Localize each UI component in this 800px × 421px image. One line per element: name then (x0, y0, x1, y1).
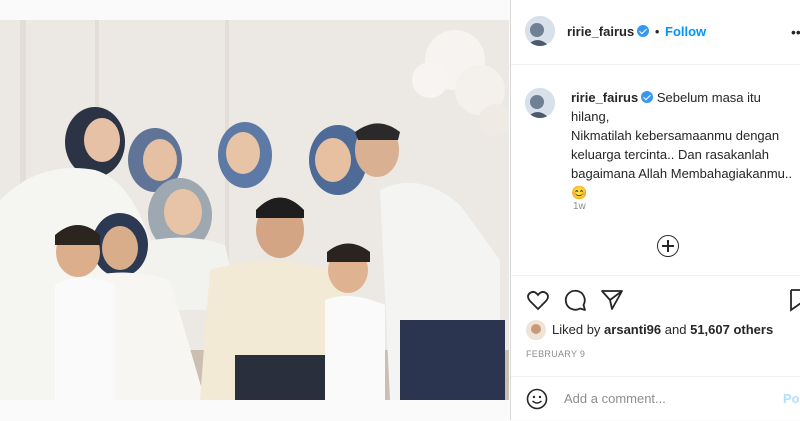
liked-by-user[interactable]: arsanti96 (604, 322, 661, 337)
comment-input[interactable]: Add a comment... (564, 391, 666, 406)
caption-emoji: 😊 (571, 185, 588, 200)
post-photo[interactable] (0, 20, 509, 400)
post-date[interactable]: FEBRUARY 9 (526, 349, 585, 359)
separator-dot: • (654, 24, 660, 39)
post-time[interactable]: 1w (573, 201, 586, 212)
username-text[interactable]: ririe_fairus (567, 24, 634, 39)
caption-avatar[interactable] (525, 88, 555, 118)
heart-icon[interactable] (526, 288, 550, 312)
avatar-image (526, 320, 546, 340)
avatar-image (525, 16, 555, 46)
likes-others[interactable]: 51,607 others (690, 322, 773, 337)
post-header: ririe_fairus • Follow ••• (511, 0, 800, 65)
verified-icon (637, 25, 650, 37)
bookmark-icon[interactable] (789, 288, 800, 312)
share-icon[interactable] (600, 288, 624, 312)
emoji-icon[interactable] (526, 388, 548, 410)
liked-by-prefix: Liked by (552, 322, 601, 337)
liked-by-and: and (664, 322, 687, 337)
caption-username[interactable]: ririe_fairus (571, 90, 638, 105)
family-photo (0, 20, 509, 400)
likes-summary: Liked by arsanti96 and 51,607 others (552, 322, 773, 337)
more-options-icon[interactable]: ••• (791, 24, 800, 40)
follow-button[interactable]: Follow (665, 24, 706, 39)
header-username[interactable]: ririe_fairus • Follow (567, 24, 706, 39)
avatar[interactable] (525, 16, 555, 46)
caption: ririe_fairus Sebelum masa itu hilang, Ni… (571, 88, 800, 202)
liker-avatar[interactable] (526, 320, 546, 340)
post-comment-button[interactable]: Po (783, 391, 800, 406)
comment-icon[interactable] (563, 288, 587, 312)
comment-box: Add a comment... Po (511, 376, 800, 421)
verified-icon (641, 91, 654, 103)
add-icon[interactable] (657, 235, 679, 257)
avatar-image (525, 88, 555, 118)
post-sidebar: ririe_fairus • Follow ••• ririe_fairus S… (510, 0, 800, 420)
